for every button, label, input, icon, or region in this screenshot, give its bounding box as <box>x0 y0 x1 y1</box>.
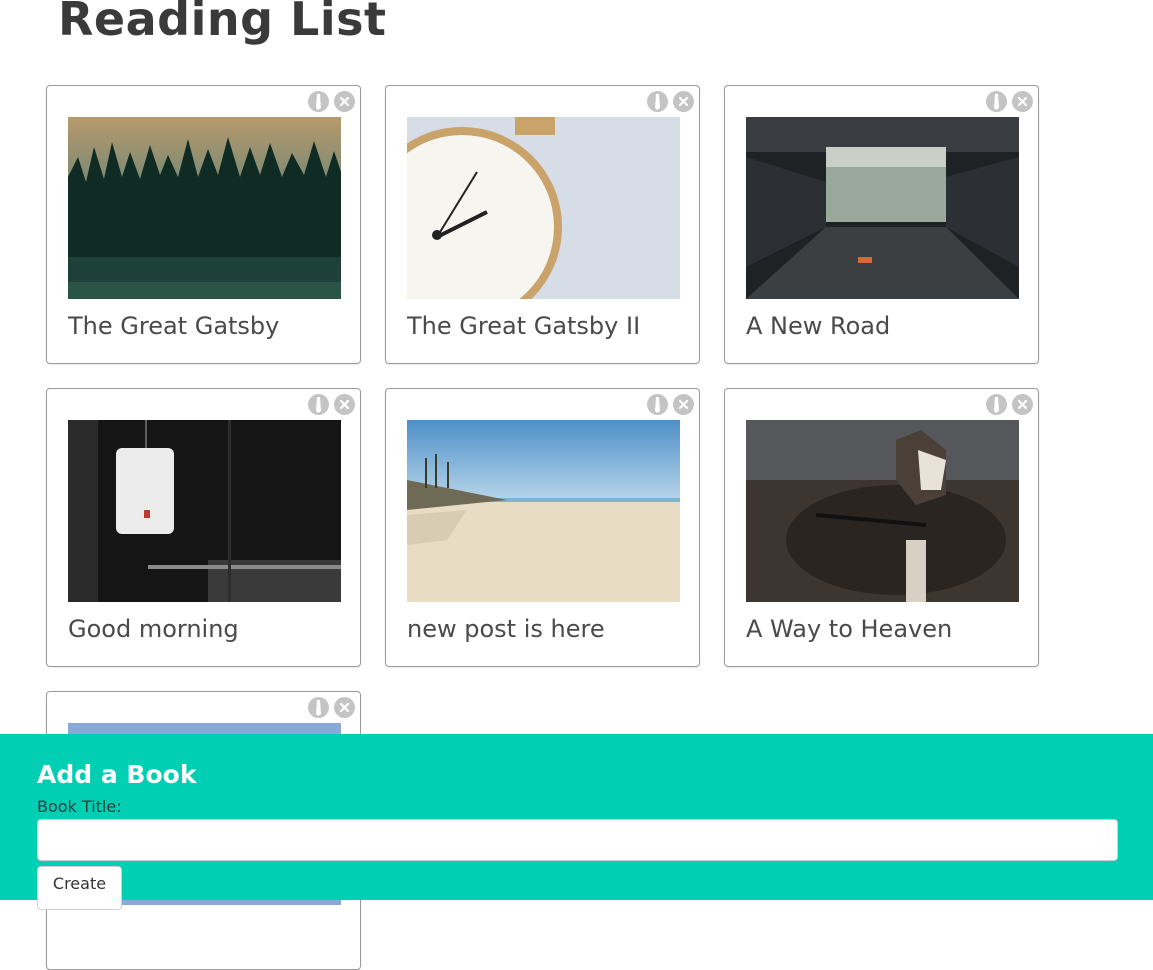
card-actions <box>308 91 355 112</box>
delete-button[interactable] <box>1012 394 1033 415</box>
close-circle-icon <box>1017 399 1028 410</box>
delete-button[interactable] <box>334 394 355 415</box>
book-card: new post is here <box>385 388 700 667</box>
pencil-icon <box>994 94 999 110</box>
create-button[interactable]: Create <box>37 866 122 910</box>
card-actions <box>308 394 355 415</box>
book-card: Good morning <box>46 388 361 667</box>
book-card: A Way to Heaven <box>724 388 1039 667</box>
book-title-input[interactable] <box>37 819 1118 861</box>
delete-button[interactable] <box>673 91 694 112</box>
close-circle-icon <box>1017 96 1028 107</box>
card-actions <box>647 394 694 415</box>
book-card: The Great Gatsby II <box>385 85 700 364</box>
book-title: new post is here <box>407 615 605 643</box>
page-title: Reading List <box>58 0 387 46</box>
card-actions <box>986 91 1033 112</box>
delete-button[interactable] <box>673 394 694 415</box>
book-title: Good morning <box>68 615 239 643</box>
book-image-forest <box>68 117 341 299</box>
close-circle-icon <box>339 702 350 713</box>
close-circle-icon <box>339 96 350 107</box>
close-circle-icon <box>678 399 689 410</box>
pencil-icon <box>316 397 321 413</box>
add-book-panel: Add a Book Book Title: Create <box>0 734 1153 910</box>
book-image-lantern <box>68 420 341 602</box>
book-title: A Way to Heaven <box>746 615 953 643</box>
book-image-beach <box>407 420 680 602</box>
card-actions <box>986 394 1033 415</box>
edit-button[interactable] <box>308 697 329 718</box>
book-image-clock <box>407 117 680 299</box>
delete-button[interactable] <box>1012 91 1033 112</box>
book-card: A New Road <box>724 85 1039 364</box>
book-title: A New Road <box>746 312 891 340</box>
book-image-road <box>746 117 1019 299</box>
pencil-icon <box>316 94 321 110</box>
close-circle-icon <box>678 96 689 107</box>
delete-button[interactable] <box>334 91 355 112</box>
book-image-dog <box>746 420 1019 602</box>
card-actions <box>308 697 355 718</box>
book-title-label: Book Title: <box>37 797 122 816</box>
add-book-heading: Add a Book <box>37 760 197 789</box>
edit-button[interactable] <box>647 91 668 112</box>
book-card: The Great Gatsby <box>46 85 361 364</box>
close-circle-icon <box>339 399 350 410</box>
edit-button[interactable] <box>308 91 329 112</box>
edit-button[interactable] <box>986 394 1007 415</box>
pencil-icon <box>994 397 999 413</box>
pencil-icon <box>655 397 660 413</box>
edit-button[interactable] <box>986 91 1007 112</box>
pencil-icon <box>655 94 660 110</box>
book-title: The Great Gatsby <box>68 312 280 340</box>
edit-button[interactable] <box>308 394 329 415</box>
delete-button[interactable] <box>334 697 355 718</box>
edit-button[interactable] <box>647 394 668 415</box>
card-actions <box>647 91 694 112</box>
pencil-icon <box>316 700 321 716</box>
book-title: The Great Gatsby II <box>407 312 641 340</box>
